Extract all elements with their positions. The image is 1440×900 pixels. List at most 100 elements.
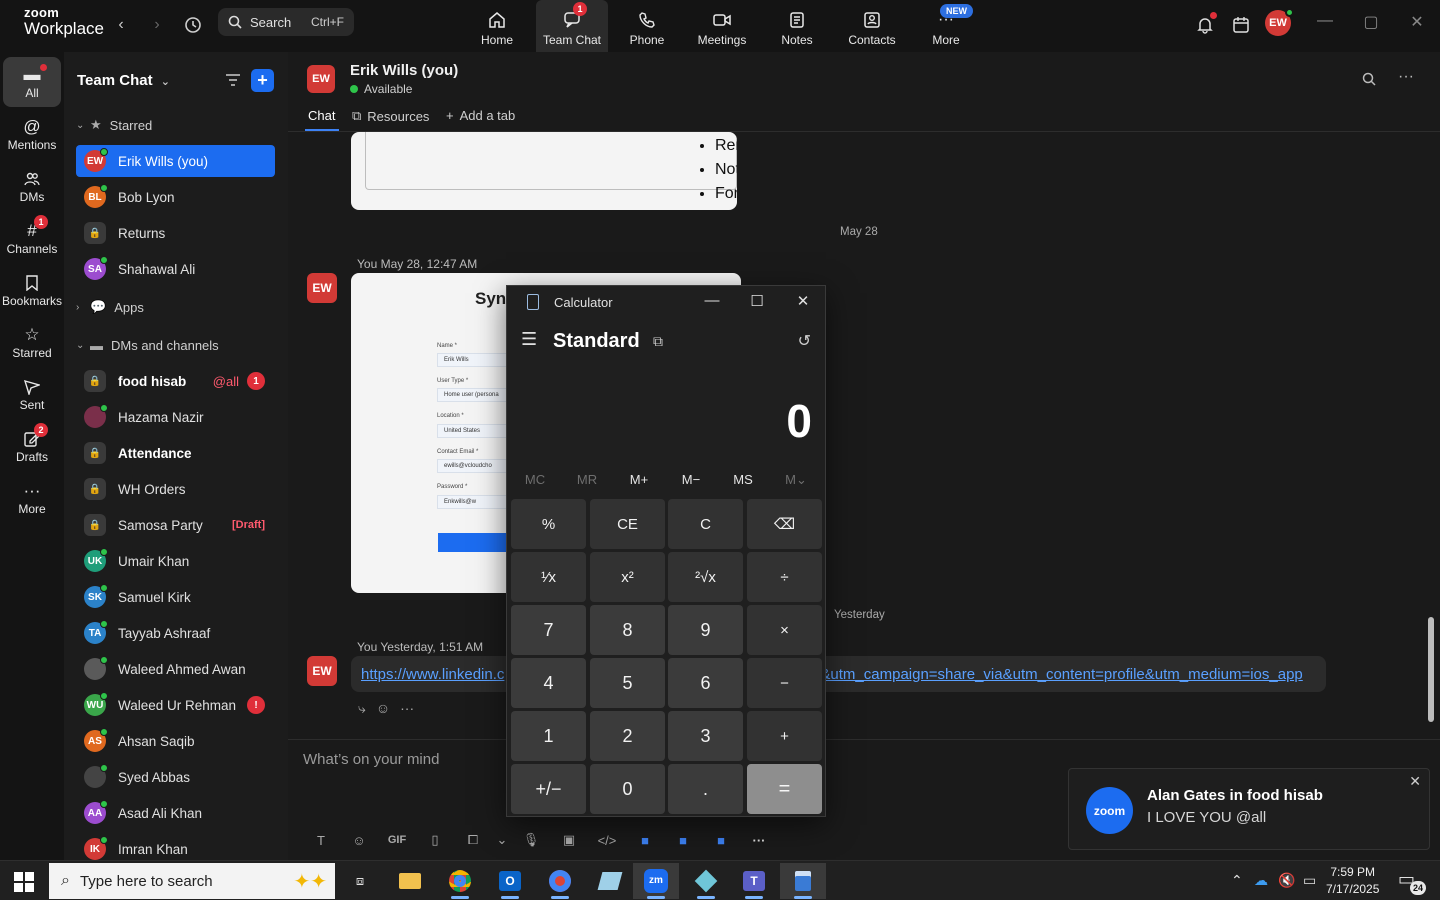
user-avatar[interactable]: EW bbox=[1265, 8, 1294, 36]
digit-button[interactable]: +/− bbox=[511, 764, 586, 814]
digit-button[interactable]: 5 bbox=[590, 658, 665, 708]
microphone-icon[interactable]: 🎙 bbox=[512, 832, 550, 848]
memory-button[interactable]: M+ bbox=[619, 472, 659, 487]
minimize-button[interactable]: — bbox=[1313, 12, 1337, 30]
calculator-window[interactable]: Calculator — ☐ ✕ ☰ Standard ⧉ ↺ 0 MC MR M+… bbox=[506, 285, 826, 817]
chevron-up-icon[interactable]: ⌃ bbox=[1231, 872, 1243, 889]
system-clock[interactable]: 7:59 PM 7/17/2025 bbox=[1326, 864, 1379, 898]
link-text-right[interactable]: &utm_campaign=share_via&utm_content=prof… bbox=[820, 666, 1302, 683]
memory-button[interactable]: M− bbox=[671, 472, 711, 487]
chevron-down-icon[interactable]: ⌄ bbox=[492, 832, 512, 848]
sidebar-chat-item[interactable]: BL Bob Lyon bbox=[76, 181, 275, 213]
notification-center-icon[interactable]: ▭ 24 bbox=[1398, 869, 1426, 895]
zoom-taskbar-icon[interactable]: zm bbox=[633, 863, 679, 899]
gif-icon[interactable]: GIF bbox=[378, 834, 416, 846]
operator-button[interactable]: × bbox=[747, 605, 822, 655]
message-link[interactable]: https://www.linkedin.c &utm_campaign=sha… bbox=[351, 656, 1326, 692]
digit-button[interactable]: 6 bbox=[668, 658, 743, 708]
sidebar-chat-item[interactable]: Waleed Ahmed Awan bbox=[76, 653, 275, 685]
nav-contacts[interactable]: Contacts bbox=[836, 0, 908, 52]
video-message-icon[interactable]: ▣ bbox=[550, 832, 588, 848]
equals-button[interactable]: = bbox=[747, 764, 822, 814]
operator-button[interactable]: ⌫ bbox=[747, 499, 822, 549]
outlook-icon[interactable]: O bbox=[487, 863, 533, 899]
more-options-icon[interactable]: ··· bbox=[740, 833, 778, 848]
section-dms-channels[interactable]: ⌄ ▬ DMs and channels bbox=[76, 334, 219, 356]
sidebar-chat-item[interactable]: UK Umair Khan bbox=[76, 545, 275, 577]
sidebar-chat-item[interactable]: IK Imran Khan bbox=[76, 833, 275, 860]
nav-home[interactable]: Home bbox=[461, 0, 533, 52]
chat-title[interactable]: Erik Wills (you) bbox=[350, 62, 458, 79]
operator-button[interactable]: CE bbox=[590, 499, 665, 549]
operator-button[interactable]: ÷ bbox=[747, 552, 822, 602]
chrome-icon[interactable] bbox=[437, 863, 483, 899]
tab-chat[interactable]: Chat bbox=[308, 108, 335, 123]
app-icon[interactable] bbox=[683, 863, 729, 899]
app-icon[interactable]: ■ bbox=[626, 833, 664, 848]
link-text-left[interactable]: https://www.linkedin.c bbox=[361, 666, 504, 683]
sidebar-chat-item[interactable]: 🔒 Returns bbox=[76, 217, 275, 249]
sidebar-chat-item[interactable]: SK Samuel Kirk bbox=[76, 581, 275, 613]
digit-button[interactable]: 9 bbox=[668, 605, 743, 655]
digit-button[interactable]: 8 bbox=[590, 605, 665, 655]
sidebar-chat-item[interactable]: 🔒 WH Orders bbox=[76, 473, 275, 505]
sidebar-chat-item[interactable]: TA Tayyab Ashraaf bbox=[76, 617, 275, 649]
chat-avatar[interactable]: EW bbox=[307, 65, 335, 93]
emoji-icon[interactable]: ☺ bbox=[340, 833, 378, 848]
sender-avatar[interactable]: EW bbox=[307, 656, 337, 686]
close-button[interactable]: ✕ bbox=[791, 292, 815, 310]
history-icon[interactable]: ↺ bbox=[798, 331, 811, 351]
app-icon[interactable] bbox=[587, 863, 633, 899]
sidebar-chat-item[interactable]: AA Asad Ali Khan bbox=[76, 797, 275, 829]
search-input[interactable]: Search Ctrl+F bbox=[218, 8, 354, 36]
digit-button[interactable]: 2 bbox=[590, 711, 665, 761]
sidebar-chat-item[interactable]: SA Shahawal Ali bbox=[76, 253, 275, 285]
section-starred[interactable]: ⌄ ★ Starred bbox=[76, 114, 152, 136]
operator-button[interactable]: ¹⁄x bbox=[511, 552, 586, 602]
bell-icon[interactable] bbox=[1192, 12, 1218, 38]
onedrive-icon[interactable]: ☁ bbox=[1254, 872, 1268, 889]
operator-button[interactable]: − bbox=[747, 658, 822, 708]
reply-icon[interactable]: ⤷ bbox=[358, 700, 366, 717]
scrollbar[interactable] bbox=[1428, 617, 1434, 722]
memory-button[interactable]: MS bbox=[723, 472, 763, 487]
sidebar-chat-item[interactable]: WU Waleed Ur Rehman! bbox=[76, 689, 275, 721]
volume-muted-icon[interactable]: 🔇 bbox=[1278, 872, 1295, 889]
more-options-icon[interactable]: ··· bbox=[400, 700, 414, 717]
sidebar-chat-item[interactable]: 🔒 food hisab @all 1 bbox=[76, 365, 275, 397]
new-chat-button[interactable]: + bbox=[251, 69, 274, 92]
chrome-profile-icon[interactable] bbox=[537, 863, 583, 899]
minimize-button[interactable]: — bbox=[700, 292, 724, 309]
sidebar-chat-item[interactable]: EW Erik Wills (you) bbox=[76, 145, 275, 177]
message-attachment-card[interactable]: Remo Note t For m bbox=[351, 132, 737, 210]
maximize-button[interactable]: ☐ bbox=[745, 292, 769, 310]
notification-toast[interactable]: zoom Alan Gates in food hisab I LOVE YOU… bbox=[1068, 768, 1430, 850]
app-icon[interactable]: ■ bbox=[664, 833, 702, 848]
windows-start-icon[interactable] bbox=[14, 872, 34, 892]
nav-notes[interactable]: Notes bbox=[761, 0, 833, 52]
text-format-icon[interactable]: T bbox=[302, 833, 340, 848]
rail-dms[interactable]: DMs bbox=[2, 161, 62, 211]
code-icon[interactable]: </> bbox=[588, 833, 626, 848]
sidebar-chat-item[interactable]: 🔒 Attendance bbox=[76, 437, 275, 469]
sidebar-chat-item[interactable]: Syed Abbas bbox=[76, 761, 275, 793]
sidebar-chat-item[interactable]: 🔒 Samosa Party [Draft] bbox=[76, 509, 275, 541]
operator-button[interactable]: + bbox=[747, 711, 822, 761]
operator-button[interactable]: ²√x bbox=[668, 552, 743, 602]
more-options-icon[interactable]: ··· bbox=[1398, 68, 1414, 86]
network-icon[interactable]: ▭ bbox=[1303, 872, 1316, 889]
sidebar-title[interactable]: Team Chat ⌄ bbox=[77, 72, 170, 89]
emoji-reaction-icon[interactable]: ☺ bbox=[376, 700, 390, 717]
rail-all[interactable]: ▬ All bbox=[3, 57, 61, 107]
maximize-button[interactable]: ▢ bbox=[1359, 12, 1383, 32]
file-explorer-icon[interactable] bbox=[387, 863, 433, 899]
section-apps[interactable]: › 💬 Apps bbox=[76, 296, 144, 318]
sidebar-chat-item[interactable]: Hazama Nazir bbox=[76, 401, 275, 433]
task-view-icon[interactable]: ⧈ bbox=[337, 863, 383, 899]
teams-icon[interactable]: T bbox=[731, 863, 777, 899]
composer-input[interactable]: What’s on your mind bbox=[303, 751, 439, 768]
forward-arrow-icon[interactable]: › bbox=[144, 12, 170, 38]
digit-button[interactable]: 7 bbox=[511, 605, 586, 655]
hamburger-menu-icon[interactable]: ☰ bbox=[521, 329, 537, 350]
operator-button[interactable]: x² bbox=[590, 552, 665, 602]
